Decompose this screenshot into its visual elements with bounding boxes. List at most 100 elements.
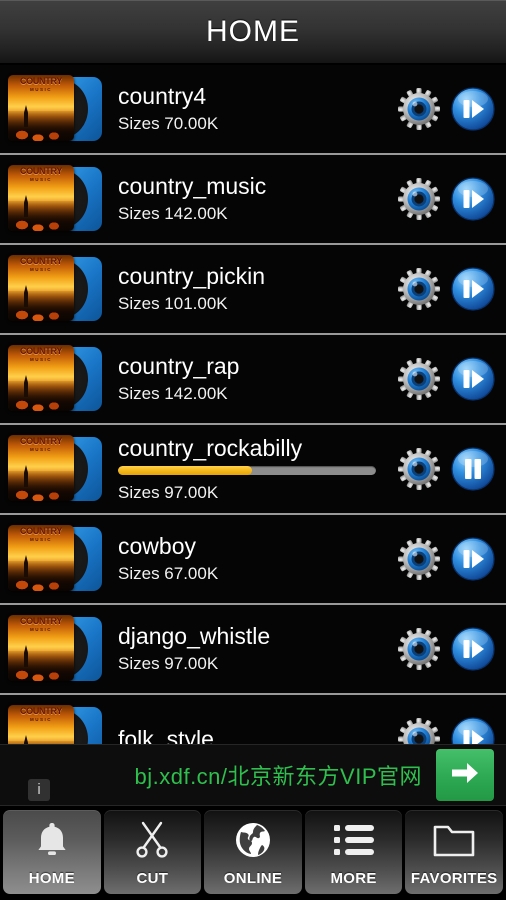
cover-artwork: [8, 561, 74, 591]
cover-subtitle-text: MUSIC: [30, 177, 52, 182]
gear-icon[interactable]: [396, 266, 442, 312]
album-art-thumbnail: COUNTRY MUSIC: [6, 433, 102, 505]
track-size: Sizes 142.00K: [118, 384, 228, 403]
ad-banner[interactable]: i bj.xdf.cn/北京新东方VIP官网: [0, 744, 506, 806]
track-meta: country4 Sizes 70.00K: [118, 65, 396, 153]
album-cover: COUNTRY MUSIC: [8, 525, 74, 591]
cover-title-text: COUNTRY: [19, 166, 63, 176]
pause-icon[interactable]: [450, 446, 496, 492]
cover-title-text: COUNTRY: [19, 76, 63, 86]
album-art-thumbnail: COUNTRY MUSIC: [6, 253, 102, 325]
ad-info-icon[interactable]: i: [28, 779, 50, 801]
cover-artwork-detail: [24, 195, 28, 217]
album-art-thumbnail: COUNTRY MUSIC: [6, 73, 102, 145]
album-cover: COUNTRY MUSIC: [8, 255, 74, 321]
album-art-thumbnail: COUNTRY MUSIC: [6, 343, 102, 415]
track-row[interactable]: COUNTRY MUSIC django_whistle Sizes 97.00K: [0, 605, 506, 695]
track-meta: country_rockabilly Sizes 97.00K: [118, 425, 396, 513]
track-meta: country_rap Sizes 142.00K: [118, 335, 396, 423]
title-bar: HOME: [0, 0, 506, 65]
play-icon[interactable]: [450, 536, 496, 582]
page-title: HOME: [206, 14, 300, 48]
track-actions: [396, 626, 500, 672]
track-name: cowboy: [118, 533, 196, 559]
globe-icon: [204, 810, 302, 870]
track-name: country4: [118, 83, 207, 109]
track-row[interactable]: COUNTRY MUSIC country4 Sizes 70.00K: [0, 65, 506, 155]
track-size: Sizes 67.00K: [118, 564, 219, 583]
track-actions: [396, 266, 500, 312]
tab-online[interactable]: ONLINE: [204, 810, 302, 894]
cover-title-text: COUNTRY: [19, 346, 63, 356]
play-icon[interactable]: [450, 86, 496, 132]
cover-subtitle-text: MUSIC: [30, 627, 52, 632]
arrow-right-icon: [449, 760, 481, 791]
cover-subtitle-text: MUSIC: [30, 447, 52, 452]
cover-artwork: [8, 201, 74, 231]
album-cover: COUNTRY MUSIC: [8, 345, 74, 411]
gear-icon[interactable]: [396, 176, 442, 222]
cover-artwork-detail: [24, 285, 28, 307]
track-name: country_rockabilly: [118, 434, 303, 461]
cover-title-text: COUNTRY: [19, 616, 63, 626]
gear-icon[interactable]: [396, 86, 442, 132]
cover-artwork: [8, 651, 74, 681]
gear-icon[interactable]: [396, 356, 442, 402]
track-meta: django_whistle Sizes 97.00K: [118, 605, 396, 693]
track-meta: country_music Sizes 142.00K: [118, 155, 396, 243]
track-row[interactable]: COUNTRY MUSIC cowboy Sizes 67.00K: [0, 515, 506, 605]
track-name: country_pickin: [118, 263, 266, 289]
gear-icon[interactable]: [396, 626, 442, 672]
tab-cut[interactable]: CUT: [103, 810, 202, 894]
bottom-tab-bar: HOME CUT ONLINE MORE FAVORITES: [0, 806, 506, 900]
play-icon[interactable]: [450, 626, 496, 672]
play-icon[interactable]: [450, 356, 496, 402]
ad-cta-button[interactable]: [436, 749, 494, 801]
album-art-thumbnail: COUNTRY MUSIC: [6, 523, 102, 595]
track-row[interactable]: COUNTRY MUSIC country_pickin Sizes 101.00K: [0, 245, 506, 335]
scissors-icon: [104, 810, 202, 870]
track-actions: [396, 86, 500, 132]
bell-icon: [3, 810, 101, 870]
track-meta: country_pickin Sizes 101.00K: [118, 245, 396, 333]
tab-label: MORE: [330, 870, 377, 887]
tab-more[interactable]: MORE: [304, 810, 403, 894]
play-icon[interactable]: [450, 176, 496, 222]
cover-title-text: COUNTRY: [19, 436, 63, 446]
track-size: Sizes 70.00K: [118, 114, 219, 133]
cover-artwork: [8, 471, 74, 501]
track-actions: [396, 536, 500, 582]
cover-artwork: [8, 111, 74, 141]
ad-text: bj.xdf.cn/北京新东方VIP官网: [134, 764, 422, 789]
cover-subtitle-text: MUSIC: [30, 87, 52, 92]
track-size: Sizes 101.00K: [118, 294, 228, 313]
track-row[interactable]: COUNTRY MUSIC country_rockabilly Sizes 97.0…: [0, 425, 506, 515]
tab-label: CUT: [136, 870, 169, 887]
tab-favorites[interactable]: FAVORITES: [405, 810, 503, 894]
play-icon[interactable]: [450, 266, 496, 312]
gear-icon[interactable]: [396, 446, 442, 492]
album-cover: COUNTRY MUSIC: [8, 165, 74, 231]
track-actions: [396, 176, 500, 222]
track-size: Sizes 142.00K: [118, 204, 228, 223]
album-cover: COUNTRY MUSIC: [8, 435, 74, 501]
track-size: Sizes 97.00K: [118, 482, 219, 502]
app-root: HOME COUNTRY MUSIC country4 Sizes 70.00K COU…: [0, 0, 506, 900]
cover-artwork-detail: [24, 375, 28, 397]
cover-title-text: COUNTRY: [19, 706, 63, 716]
cover-subtitle-text: MUSIC: [30, 267, 52, 272]
tab-home[interactable]: HOME: [3, 810, 101, 894]
playback-progress-bar[interactable]: [118, 465, 376, 475]
tab-label: HOME: [28, 870, 75, 887]
cover-subtitle-text: MUSIC: [30, 717, 52, 722]
track-row[interactable]: COUNTRY MUSIC country_rap Sizes 142.00K: [0, 335, 506, 425]
gear-icon[interactable]: [396, 536, 442, 582]
tab-label: FAVORITES: [410, 870, 498, 887]
track-row[interactable]: COUNTRY MUSIC country_music Sizes 142.00K: [0, 155, 506, 245]
cover-subtitle-text: MUSIC: [30, 357, 52, 362]
track-actions: [396, 446, 500, 492]
cover-artwork-detail: [24, 465, 28, 487]
album-cover: COUNTRY MUSIC: [8, 75, 74, 141]
track-name: country_rap: [118, 353, 240, 379]
track-actions: [396, 356, 500, 402]
